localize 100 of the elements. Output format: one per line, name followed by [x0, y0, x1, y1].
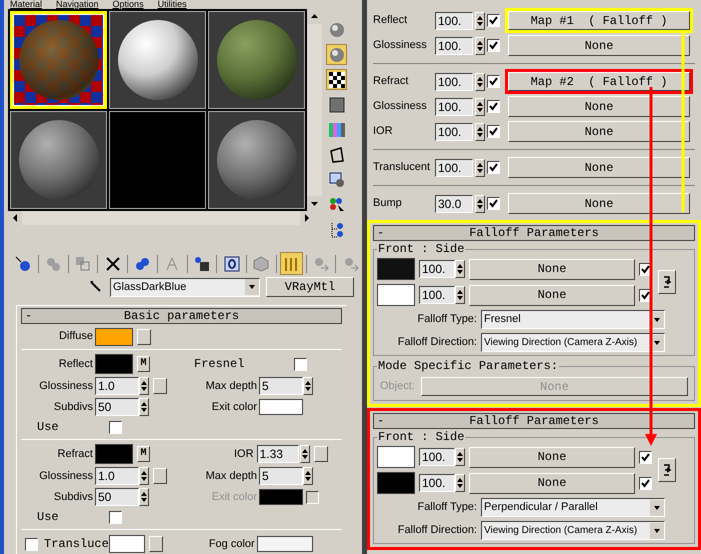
map-button[interactable]: None — [508, 193, 690, 214]
number-field[interactable]: 100. — [435, 72, 473, 90]
up-down-arrows-icon — [141, 381, 147, 391]
number-field[interactable]: 100. — [435, 98, 473, 116]
number-field[interactable]: 100. — [435, 122, 473, 140]
rollout-header[interactable]: - Falloff Parameters — [373, 225, 695, 241]
color-swatch[interactable] — [108, 535, 145, 553]
checkbox[interactable] — [487, 100, 500, 113]
color-swatch[interactable] — [95, 444, 133, 464]
spinner-button[interactable] — [139, 377, 149, 395]
spinner-button[interactable] — [455, 448, 465, 466]
checkmark-icon — [641, 264, 650, 274]
spinner-button[interactable] — [303, 467, 313, 485]
number-field[interactable]: 100. — [419, 474, 455, 492]
number-field[interactable]: 100. — [419, 286, 455, 304]
number-field[interactable]: 100. — [435, 12, 473, 30]
map-button[interactable]: None — [508, 121, 690, 142]
map-button[interactable]: None — [508, 157, 690, 178]
map-slot-button[interactable] — [137, 328, 151, 344]
number-field[interactable]: 100. — [435, 158, 473, 176]
checkmark-icon — [489, 16, 498, 25]
number-field[interactable]: 50 — [95, 398, 139, 416]
spinner-button[interactable] — [475, 122, 485, 140]
number-field[interactable]: 1.33 — [256, 445, 299, 463]
checkbox[interactable] — [487, 75, 500, 88]
dropdown[interactable]: Perpendicular / Parallel — [481, 498, 665, 517]
checkbox[interactable] — [487, 39, 500, 52]
number-field[interactable]: 50 — [95, 488, 139, 506]
spinner-button[interactable] — [139, 398, 149, 416]
checkbox[interactable] — [25, 538, 38, 550]
checkbox[interactable] — [639, 476, 652, 490]
spinner-button[interactable] — [475, 194, 485, 212]
channel-icon — [224, 256, 240, 272]
number-field[interactable]: 30.0 — [435, 194, 473, 212]
side-tool-button[interactable] — [326, 69, 347, 90]
number-field[interactable]: 1.0 — [95, 467, 139, 485]
menu-item[interactable]: Navigation — [56, 0, 99, 9]
checkbox[interactable] — [109, 420, 122, 434]
up-down-arrows-icon — [305, 471, 311, 481]
menu-item[interactable]: Utilities — [158, 0, 187, 9]
spinner-button[interactable] — [455, 260, 465, 278]
color-swatch[interactable] — [259, 399, 303, 415]
rollout-header[interactable]: - Falloff Parameters — [373, 413, 695, 429]
color-swatch[interactable] — [377, 472, 415, 494]
menu-item[interactable]: Options — [112, 0, 144, 9]
map-button[interactable]: None — [469, 258, 635, 280]
map-button[interactable]: None — [508, 35, 690, 56]
color-swatch[interactable] — [377, 446, 415, 468]
swap-button[interactable] — [658, 458, 676, 482]
spinner-button[interactable] — [455, 474, 465, 492]
sample-slot[interactable] — [109, 111, 206, 209]
color-swatch[interactable] — [95, 328, 133, 346]
spinner-button[interactable] — [475, 12, 485, 30]
spinner-button[interactable] — [475, 72, 485, 90]
spinner-button[interactable] — [300, 445, 310, 463]
spinner-button[interactable] — [139, 467, 149, 485]
map-button[interactable]: M — [137, 356, 150, 372]
checkbox[interactable] — [487, 197, 500, 210]
color-swatch[interactable] — [95, 354, 133, 374]
color-swatch[interactable] — [377, 258, 415, 280]
map-button[interactable]: None — [469, 284, 635, 306]
checkbox[interactable] — [294, 358, 307, 370]
number-field[interactable]: 1.0 — [95, 377, 139, 395]
sample-slot[interactable] — [109, 11, 206, 109]
checkbox[interactable] — [109, 510, 122, 524]
map-button[interactable]: None — [508, 96, 690, 117]
number-field[interactable]: 5 — [259, 377, 303, 395]
spinner-button[interactable] — [455, 286, 465, 304]
spinner-button[interactable] — [139, 488, 149, 506]
checkbox[interactable] — [487, 125, 500, 138]
spinner-button[interactable] — [303, 377, 313, 395]
number-field[interactable]: 100. — [419, 260, 455, 278]
spinner-button[interactable] — [475, 158, 485, 176]
map-slot-button[interactable] — [153, 468, 167, 484]
rollout-header[interactable]: - Basic parameters — [21, 308, 342, 324]
number-field[interactable]: 100. — [435, 36, 473, 54]
dropdown[interactable]: Fresnel — [481, 310, 665, 329]
material-type-button[interactable]: VRayMtl — [266, 277, 354, 297]
map-button[interactable]: None — [469, 446, 635, 468]
number-field[interactable]: 5 — [259, 467, 303, 485]
map-slot-button[interactable] — [153, 378, 167, 394]
swap-button[interactable] — [658, 270, 676, 294]
checkbox[interactable] — [487, 14, 500, 27]
map-button[interactable]: Map #1 ( Falloff ) — [508, 11, 690, 30]
checkbox[interactable] — [487, 161, 500, 174]
map-button[interactable]: Map #2 ( Falloff ) — [508, 72, 690, 91]
spinner-button[interactable] — [475, 98, 485, 116]
menu-item[interactable]: Material — [10, 0, 42, 9]
map-slot-button[interactable] — [148, 536, 163, 552]
spinner-button[interactable] — [475, 36, 485, 54]
number-field[interactable]: 100. — [419, 448, 455, 466]
dropdown[interactable]: GlassDarkBlue — [110, 278, 260, 296]
map-button[interactable]: M — [137, 446, 150, 462]
dropdown[interactable]: Viewing Direction (Camera Z-Axis) — [481, 333, 665, 352]
color-swatch[interactable] — [256, 536, 313, 552]
map-slot-button[interactable] — [314, 446, 328, 462]
map-button[interactable]: None — [469, 472, 635, 494]
dropdown[interactable]: Viewing Direction (Camera Z-Axis) — [481, 521, 665, 540]
color-swatch[interactable] — [377, 284, 415, 306]
checkbox[interactable] — [639, 450, 652, 464]
